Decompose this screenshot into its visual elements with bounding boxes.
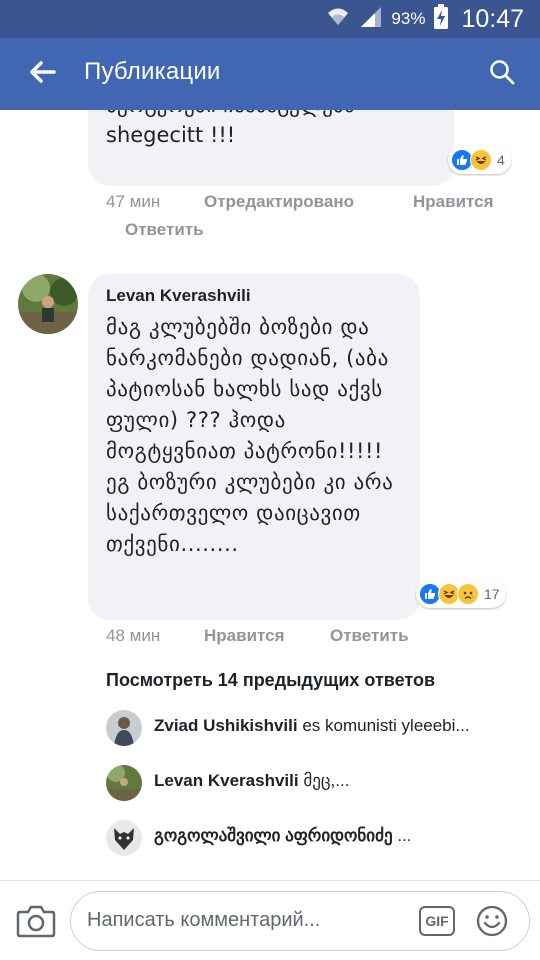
status-bar: 93% 10:47 <box>0 0 540 38</box>
comment-input[interactable]: Написать комментарий... GIF <box>70 891 530 951</box>
avatar[interactable] <box>106 710 142 746</box>
arrow-left-icon <box>28 60 56 88</box>
emoji-button[interactable] <box>475 904 509 938</box>
haha-icon <box>470 149 492 171</box>
reply-row[interactable]: Levan Kverashvili მეც,... <box>106 763 536 803</box>
comment-bubble[interactable]: Levan Kverashvili მაგ კლუბებში ბოზები და… <box>88 274 420 620</box>
search-icon <box>489 59 515 89</box>
battery-percent: 93% <box>391 9 426 28</box>
gif-button[interactable]: GIF <box>419 906 455 936</box>
reply-message: მეც,... <box>303 771 350 790</box>
page-title: Публикации <box>84 58 221 85</box>
battery-icon <box>433 4 449 34</box>
signal-icon <box>359 5 383 33</box>
like-button[interactable]: Нравится <box>413 192 494 212</box>
comment-time: 47 мин <box>106 192 161 211</box>
view-previous-replies-link[interactable]: Посмотреть 14 предыдущих ответов <box>106 670 435 691</box>
camera-button[interactable] <box>16 903 56 939</box>
reply-preview: Zviad Ushikishvili es komunisti yleeebi.… <box>154 716 524 736</box>
reply-button[interactable]: Ответить <box>125 220 204 240</box>
comment-composer: Написать комментарий... GIF <box>0 880 540 960</box>
reply-preview: Levan Kverashvili მეც,... <box>154 771 524 791</box>
clock: 10:47 <box>461 4 524 33</box>
reply-row[interactable]: გოგოლაშვილი აფრიდონიძე ... <box>106 818 536 858</box>
smiley-icon <box>475 905 509 942</box>
like-button[interactable]: Нравится <box>204 626 285 646</box>
camera-icon <box>16 905 56 943</box>
search-button[interactable] <box>484 56 520 92</box>
reaction-count: 4 <box>497 152 505 168</box>
wifi-icon <box>325 5 351 33</box>
comment-bubble[interactable]: ტ ბურგერები ჩაანაცვლებს shegecitt !!! <box>88 110 454 186</box>
reply-message: es komunisti yleeebi... <box>302 716 470 735</box>
back-button[interactable] <box>22 56 62 92</box>
reply-preview: გოგოლაშვილი აფრიდონიძე ... <box>154 826 524 846</box>
reaction-count: 17 <box>484 586 500 602</box>
reaction-summary[interactable]: 4 <box>448 146 511 174</box>
reply-author[interactable]: Zviad Ushikishvili <box>154 716 298 735</box>
reply-author[interactable]: გოგოლაშვილი აფრიდონიძე <box>154 826 393 845</box>
comment-time: 48 мин <box>106 626 161 645</box>
avatar[interactable] <box>18 274 78 334</box>
comment-text: მაგ კლუბებში ბოზები და ნარკომანები დადია… <box>106 315 401 556</box>
app-bar: Публикации <box>0 38 540 110</box>
comment-author[interactable]: Levan Kverashvili <box>106 286 251 306</box>
edited-label[interactable]: Отредактировано <box>204 192 354 212</box>
reply-message: ... <box>397 826 412 845</box>
comments-thread[interactable]: ტ ბურგერები ჩაანაცვლებს shegecitt !!! 4 … <box>0 110 540 880</box>
reply-author[interactable]: Levan Kverashvili <box>154 771 299 790</box>
comment-input-placeholder: Написать комментарий... <box>87 909 321 931</box>
reaction-summary[interactable]: 17 <box>416 580 506 608</box>
comment-text: ბურგერები ჩაანაცვლებს shegecitt !!! <box>106 110 355 147</box>
reply-button[interactable]: Ответить <box>330 626 409 646</box>
avatar[interactable] <box>106 765 142 801</box>
sad-icon <box>457 583 479 605</box>
reply-row[interactable]: Zviad Ushikishvili es komunisti yleeebi.… <box>106 708 536 748</box>
avatar[interactable] <box>106 820 142 856</box>
